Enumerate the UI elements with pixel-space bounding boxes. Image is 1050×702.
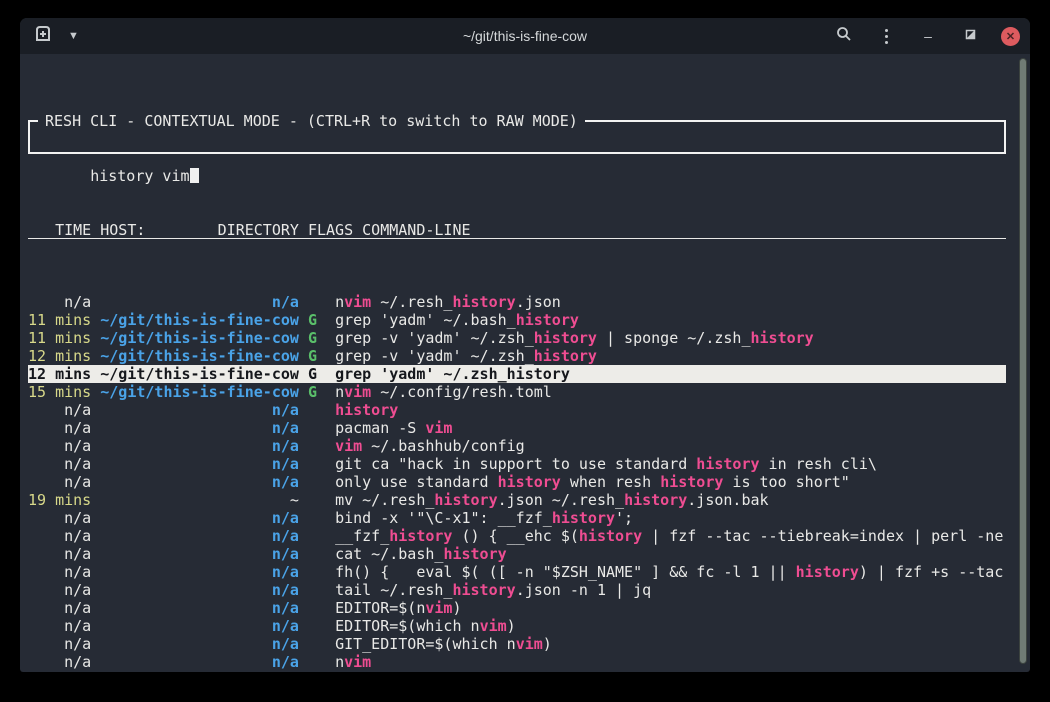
text-cursor — [190, 168, 199, 183]
history-rows: n/a n/a nvim ~/.resh_history.json11 mins… — [28, 293, 1006, 672]
history-row[interactable]: 19 mins ~ mv ~/.resh_history.json ~/.res… — [28, 491, 1006, 509]
history-row[interactable]: n/a n/a EDITOR=$(which nvim) — [28, 617, 1006, 635]
history-row[interactable]: n/a n/a cat ~/.bash_history — [28, 545, 1006, 563]
terminal-content: RESH CLI - CONTEXTUAL MODE - (CTRL+R to … — [20, 54, 1030, 672]
search-icon — [836, 26, 852, 47]
history-row[interactable]: n/a n/a pacman -S vim — [28, 419, 1006, 437]
search-button[interactable] — [833, 25, 855, 47]
titlebar: ▼ ~/git/this-is-fine-cow – — [20, 18, 1030, 54]
kebab-menu-icon — [885, 29, 888, 44]
history-row[interactable]: n/a n/a only use standard history when r… — [28, 473, 1006, 491]
new-tab-button[interactable] — [30, 25, 56, 47]
search-box-label: RESH CLI - CONTEXTUAL MODE - (CTRL+R to … — [38, 112, 585, 130]
history-row[interactable]: 12 mins ~/git/this-is-fine-cow G grep 'y… — [28, 365, 1006, 383]
scrollbar[interactable] — [1019, 58, 1027, 664]
history-row[interactable]: n/a n/a fh() { eval $( ([ -n "$ZSH_NAME"… — [28, 563, 1006, 581]
search-input[interactable]: history vim — [90, 167, 189, 185]
history-row[interactable]: n/a n/a nvim — [28, 653, 1006, 671]
minimize-icon: – — [924, 31, 932, 41]
history-row[interactable]: n/a n/a EDITOR=$(nvim) — [28, 599, 1006, 617]
history-row[interactable]: n/a n/a nvim ~/.resh_history.json — [28, 293, 1006, 311]
history-row[interactable]: n/a n/a history — [28, 401, 1006, 419]
history-row[interactable]: 15 mins ~/git/this-is-fine-cow G nvim ~/… — [28, 383, 1006, 401]
history-row[interactable]: 11 mins ~/git/this-is-fine-cow G grep 'y… — [28, 311, 1006, 329]
close-icon: ✕ — [1006, 30, 1015, 43]
history-row[interactable]: n/a n/a bind -x '"\C-x1": __fzf_history'… — [28, 509, 1006, 527]
minimize-button[interactable]: – — [917, 25, 939, 47]
chevron-down-icon[interactable]: ▼ — [68, 30, 79, 42]
history-row[interactable]: n/a n/a which nvim — [28, 671, 1006, 672]
history-row[interactable]: n/a n/a tail ~/.resh_history.json -n 1 |… — [28, 581, 1006, 599]
history-row[interactable]: n/a n/a GIT_EDITOR=$(which nvim) — [28, 635, 1006, 653]
search-box: RESH CLI - CONTEXTUAL MODE - (CTRL+R to … — [28, 120, 1006, 154]
menu-button[interactable] — [875, 25, 897, 47]
terminal-window: ▼ ~/git/this-is-fine-cow – — [20, 18, 1030, 672]
history-row[interactable]: n/a n/a git ca "hack in support to use s… — [28, 455, 1006, 473]
new-tab-icon — [34, 26, 52, 47]
table-header: TIME HOST: DIRECTORY FLAGS COMMAND-LINE — [28, 221, 1006, 239]
restore-icon — [965, 27, 976, 45]
restore-button[interactable] — [959, 25, 981, 47]
close-button[interactable]: ✕ — [1001, 27, 1020, 46]
history-row[interactable]: n/a n/a vim ~/.bashhub/config — [28, 437, 1006, 455]
history-row[interactable]: 12 mins ~/git/this-is-fine-cow G grep -v… — [28, 347, 1006, 365]
history-row[interactable]: 11 mins ~/git/this-is-fine-cow G grep -v… — [28, 329, 1006, 347]
history-row[interactable]: n/a n/a __fzf_history () { __ehc $(histo… — [28, 527, 1006, 545]
